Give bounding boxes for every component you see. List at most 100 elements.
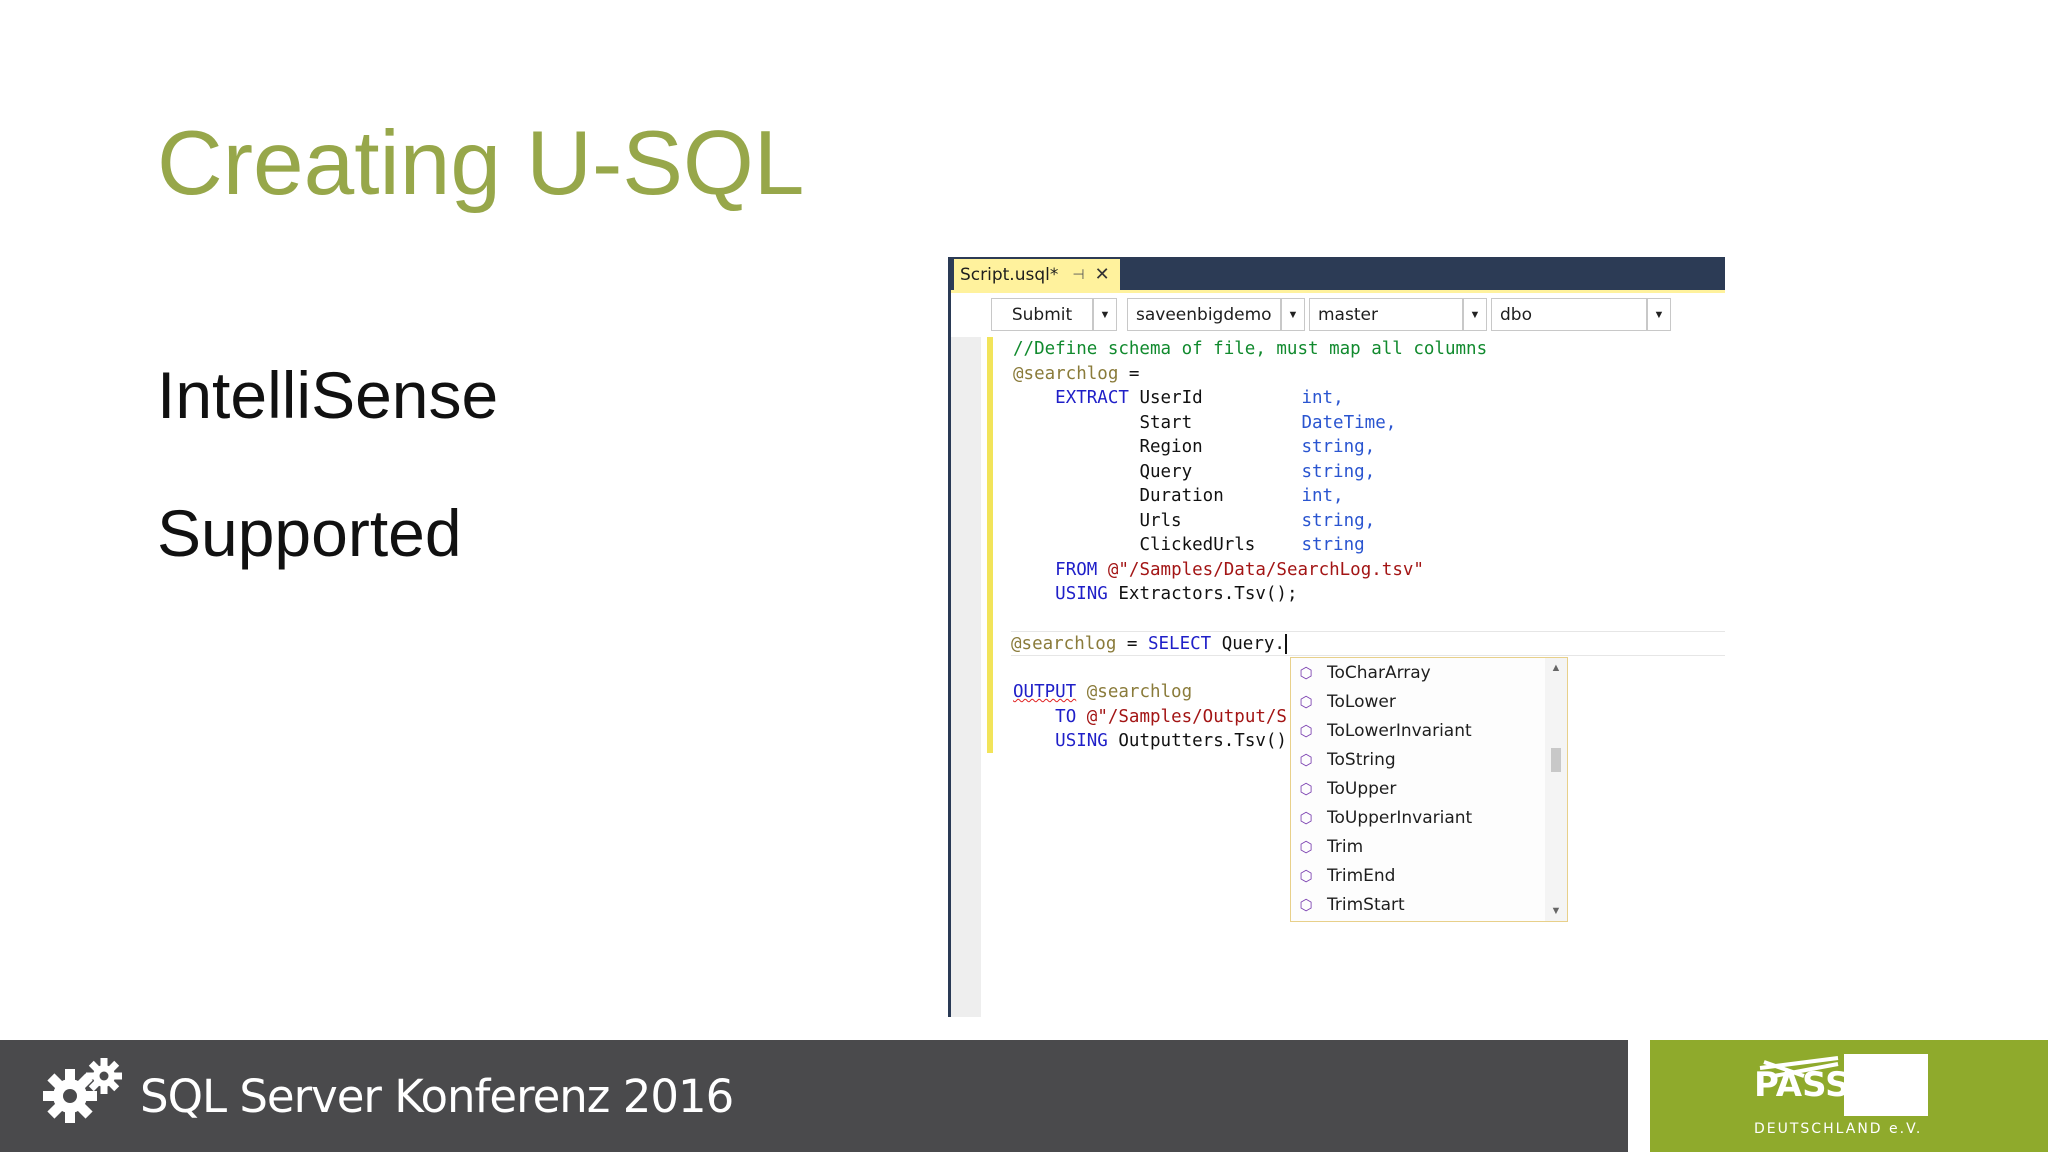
schema-dropdown-icon[interactable]: ▼ [1647,298,1671,331]
code-keyword-extract: EXTRACT [1055,388,1129,408]
code-keyword-from: FROM [1055,559,1098,580]
submit-dropdown-icon[interactable]: ▼ [1093,298,1117,331]
completion-label: ToUpper [1327,778,1397,799]
completion-label: TrimStart [1327,894,1405,915]
method-icon: ⬡ [1299,808,1313,827]
pin-icon[interactable]: ⊣ [1072,267,1084,283]
pass-subtitle: DEUTSCHLAND e.V. [1754,1121,1923,1137]
code-column-name: ClickedUrls [1139,535,1256,555]
completion-item[interactable]: ⬡ ToLowerInvariant [1291,716,1546,745]
scroll-thumb[interactable] [1551,748,1561,772]
code-keyword-using: USING [1055,731,1108,751]
code-keyword-select: SELECT [1147,634,1212,654]
code-expression: Query. [1211,634,1285,654]
code-column-name: Start [1139,412,1193,433]
change-tracking-bar [987,337,993,753]
gears-icon [43,1058,122,1123]
code-column-type: int, [1301,388,1344,408]
method-icon: ⬡ [1299,692,1313,711]
code-line: //Define schema of file, must map all co… [1013,337,1725,362]
code-line: Duration int, [1013,484,1725,509]
bullet-supported: Supported [157,496,462,570]
account-select[interactable]: saveenbigdemo [1127,298,1281,331]
code-comment: //Define schema of file, must map all co… [1013,339,1488,359]
account-dropdown-icon[interactable]: ▼ [1281,298,1305,331]
code-column-type: int, [1301,486,1344,506]
code-variable: @searchlog [1013,363,1119,384]
editor-toolbar: Submit ▼ saveenbigdemo ▼ master ▼ dbo ▼ [951,293,1725,337]
tab-label: Script.usql* [960,264,1059,285]
method-icon: ⬡ [1299,779,1313,798]
database-dropdown-icon[interactable]: ▼ [1463,298,1487,331]
code-string: @"/Samples/Data/SearchLog.tsv" [1107,559,1424,580]
scroll-up-icon[interactable]: ▲ [1545,662,1567,674]
code-line: Region string, [1013,435,1725,460]
bullet-intellisense: IntelliSense [157,358,499,432]
completion-label: ToLowerInvariant [1327,720,1472,741]
code-line: @searchlog = [1013,362,1725,387]
pass-logo-block: PASS DEUTSCHLAND e.V. [1650,1040,2048,1152]
completion-label: ToUpperInvariant [1327,807,1473,828]
completion-item[interactable]: ⬡ TrimEnd [1291,861,1546,890]
code-line: USING Extractors.Tsv(); [1013,582,1725,607]
completion-label: Trim [1327,836,1364,857]
completion-item[interactable]: ⬡ ToString [1291,745,1546,774]
code-column-name: UserId [1139,388,1203,408]
completion-label: ToString [1327,749,1396,770]
completion-label: ToLower [1327,691,1396,712]
conference-name: SQL Server Konferenz 2016 [140,1069,734,1123]
text-caret [1284,634,1287,654]
scroll-down-icon[interactable]: ▼ [1545,905,1567,917]
code-column-type: string, [1301,461,1376,482]
code-line: Urls string, [1013,509,1725,534]
code-line: ClickedUrls string [1013,533,1725,558]
code-column-name: Region [1139,437,1203,457]
completion-item[interactable]: ⬡ ToUpperInvariant [1291,803,1546,832]
method-icon: ⬡ [1299,837,1313,856]
code-column-type: string, [1301,437,1376,457]
code-variable: @searchlog [1011,634,1117,654]
completion-label: TrimEnd [1327,865,1396,886]
completion-label: ToCharArray [1327,662,1431,683]
code-line: EXTRACT UserId int, [1013,386,1725,411]
code-column-name: Duration [1139,486,1224,506]
code-variable: @searchlog [1086,682,1193,702]
code-line: Query string, [1013,460,1725,485]
code-operator: = [1116,634,1148,654]
completion-item[interactable]: ⬡ Trim [1291,832,1546,861]
code-keyword-output: OUTPUT [1013,682,1077,702]
code-current-line: @searchlog = SELECT Query. [1011,631,1725,656]
submit-button[interactable]: Submit [991,298,1093,331]
code-column-type: DateTime, [1301,412,1397,433]
code-keyword-using: USING [1055,584,1108,604]
completion-item[interactable]: ⬡ ToLower [1291,687,1546,716]
schema-select[interactable]: dbo [1491,298,1647,331]
pass-wordmark: PASS [1754,1065,1850,1105]
code-string: @"/Samples/Output/S [1086,706,1287,727]
method-icon: ⬡ [1299,721,1313,740]
code-column-name: Urls [1139,510,1182,531]
close-icon[interactable]: ✕ [1095,264,1110,285]
method-icon: ⬡ [1299,663,1313,682]
database-select[interactable]: master [1309,298,1463,331]
completion-item[interactable]: ⬡ ToCharArray [1291,658,1546,687]
code-column-type: string, [1301,510,1376,531]
footer-bar: SQL Server Konferenz 2016 [0,1040,1628,1152]
intellisense-popup: ⬡ ToCharArray ⬡ ToLower ⬡ ToLowerInvariant … [1290,657,1568,922]
document-tab-strip: Script.usql* ⊣ ✕ [951,257,1725,290]
editor-gutter [951,337,981,1017]
code-line: Start DateTime, [1013,411,1725,436]
code-outputter: Outputters.Tsv() [1118,731,1287,751]
code-keyword-to: TO [1055,706,1077,727]
slide-title: Creating U-SQL [157,113,805,214]
code-column-type: string [1301,535,1365,555]
completion-item[interactable]: ⬡ TrimStart [1291,890,1546,919]
completion-item[interactable]: ⬡ ToUpper [1291,774,1546,803]
completion-list: ⬡ ToCharArray ⬡ ToLower ⬡ ToLowerInvariant … [1291,658,1546,919]
method-icon: ⬡ [1299,750,1313,769]
tab-script-usql[interactable]: Script.usql* ⊣ ✕ [954,259,1120,290]
method-icon: ⬡ [1299,895,1313,914]
method-icon: ⬡ [1299,866,1313,885]
popup-scrollbar[interactable]: ▲ ▼ [1545,658,1567,921]
